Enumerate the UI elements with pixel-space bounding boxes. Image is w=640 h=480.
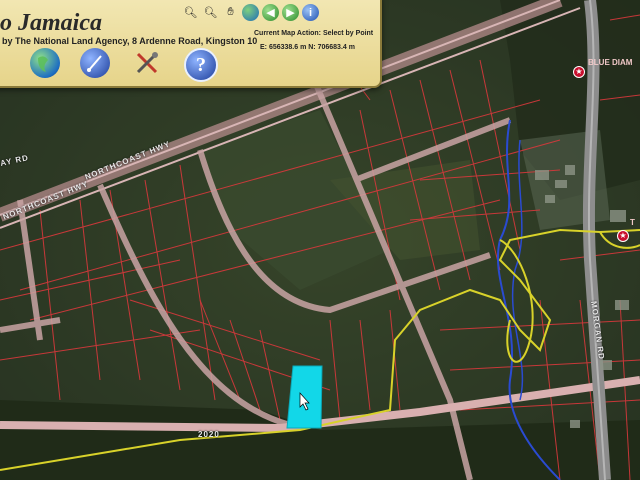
credit-text: by The National Land Agency, 8 Ardenne R… [2,36,258,46]
road-label-2020: 2020 [198,430,220,439]
globe-icon [38,56,48,72]
globe-button[interactable] [30,48,60,78]
back-arrow-icon: ◀ [266,7,275,19]
poi-label-blue-diamond: BLUE DIAM [588,58,633,67]
forward-arrow-icon: ▶ [286,7,295,19]
poi-marker-icon[interactable]: ★ [617,230,629,242]
zoom-in-icon: 🔍︎ [183,7,198,19]
coordinate-readout: E: 656338.6 m N: 706683.4 m [260,44,355,51]
back-button[interactable]: ◀ [262,4,279,21]
full-extent-button[interactable] [242,4,259,21]
forward-button[interactable]: ▶ [282,4,299,21]
measure-button[interactable] [80,48,110,78]
zoom-out-button[interactable]: 🔍︎ [202,4,219,21]
info-icon: i [308,6,313,19]
measure-icon [87,55,102,72]
tools-button[interactable] [134,50,160,76]
selected-parcel [286,365,323,429]
map-viewer[interactable]: AY RD NORTHCOAST HWY NORTHCOAST HWY 2020… [0,0,640,480]
pan-hand-icon: ✋︎ [227,6,234,18]
app-title: o Jamaica [0,10,102,36]
help-icon: ? [196,53,206,76]
map-toolbar: 🔍︎ 🔍︎ ✋︎ ◀ ▶ i [182,4,319,21]
pan-button[interactable]: ✋︎ [222,4,239,21]
tools-icon [136,52,158,74]
poi-label-t: T [630,218,635,227]
poi-marker-icon[interactable]: ★ [573,66,585,78]
map-action-status: Current Map Action: Select by Point [254,30,374,37]
help-button[interactable]: ? [184,48,218,82]
zoom-out-icon: 🔍︎ [203,7,218,19]
zoom-in-button[interactable]: 🔍︎ [182,4,199,21]
app-header: o Jamaica by The National Land Agency, 8… [0,0,382,88]
info-button[interactable]: i [302,4,319,21]
